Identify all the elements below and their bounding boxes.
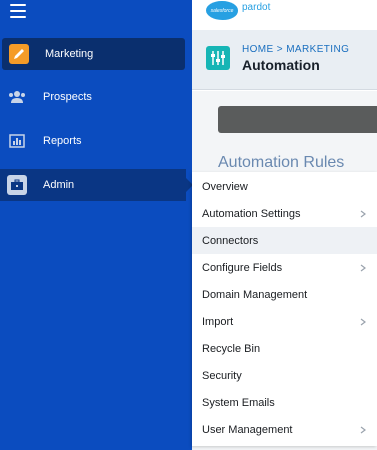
menu-item-label: Configure Fields (202, 261, 283, 274)
sidebar: Marketing Prospects Reports Admin (0, 0, 193, 450)
breadcrumb[interactable]: HOME > MARKETING (242, 44, 349, 55)
top-bar: salesforce pardot (192, 0, 377, 30)
menu-item-domain-management[interactable]: Domain Management (192, 281, 377, 308)
menu-item-system-emails[interactable]: System Emails (192, 389, 377, 416)
briefcase-icon (7, 175, 27, 195)
bar-chart-icon (7, 131, 27, 151)
sidebar-item-marketing[interactable]: Marketing (2, 38, 185, 70)
menu-item-label: Security (202, 369, 242, 382)
pencil-icon (9, 44, 29, 64)
menu-item-security[interactable]: Security (192, 362, 377, 389)
page-header: HOME > MARKETING Automation (192, 30, 377, 90)
admin-flyout-menu: Overview Automation Settings Connectors … (192, 172, 377, 446)
menu-item-import[interactable]: Import (192, 308, 377, 335)
hamburger-menu-icon[interactable] (10, 4, 26, 18)
menu-item-label: Recycle Bin (202, 342, 261, 355)
menu-item-label: User Management (202, 423, 293, 436)
menu-item-automation-settings[interactable]: Automation Settings (192, 200, 377, 227)
chevron-right-icon (360, 210, 366, 217)
sidebar-item-prospects[interactable]: Prospects (0, 81, 192, 113)
menu-item-connectors[interactable]: Connectors (192, 227, 377, 254)
menu-item-label: Connectors (202, 234, 259, 247)
sidebar-item-admin[interactable]: Admin (0, 169, 193, 201)
menu-item-label: System Emails (202, 396, 275, 409)
menu-item-configure-fields[interactable]: Configure Fields (192, 254, 377, 281)
brand-name: pardot (242, 2, 271, 13)
sidebar-item-reports[interactable]: Reports (0, 125, 192, 157)
automation-sliders-icon (206, 46, 230, 70)
menu-item-overview[interactable]: Overview (192, 173, 377, 200)
menu-item-label: Domain Management (202, 288, 308, 301)
menu-item-user-management[interactable]: User Management (192, 416, 377, 443)
salesforce-logo[interactable]: salesforce (206, 1, 238, 20)
toolbar-placeholder (218, 106, 377, 133)
menu-item-recycle-bin[interactable]: Recycle Bin (192, 335, 377, 362)
sidebar-item-label: Prospects (43, 91, 92, 103)
page-title: Automation (242, 57, 320, 73)
chevron-right-icon (360, 318, 366, 325)
menu-item-label: Automation Settings (202, 207, 301, 220)
sidebar-item-label: Reports (43, 135, 82, 147)
menu-item-label: Import (202, 315, 234, 328)
menu-item-label: Overview (202, 180, 248, 193)
sidebar-item-label: Marketing (45, 48, 94, 60)
chevron-right-icon (360, 264, 366, 271)
section-title: Automation Rules (218, 154, 345, 171)
sidebar-item-label: Admin (43, 179, 75, 191)
chevron-right-icon (360, 426, 366, 433)
people-icon (7, 87, 27, 107)
